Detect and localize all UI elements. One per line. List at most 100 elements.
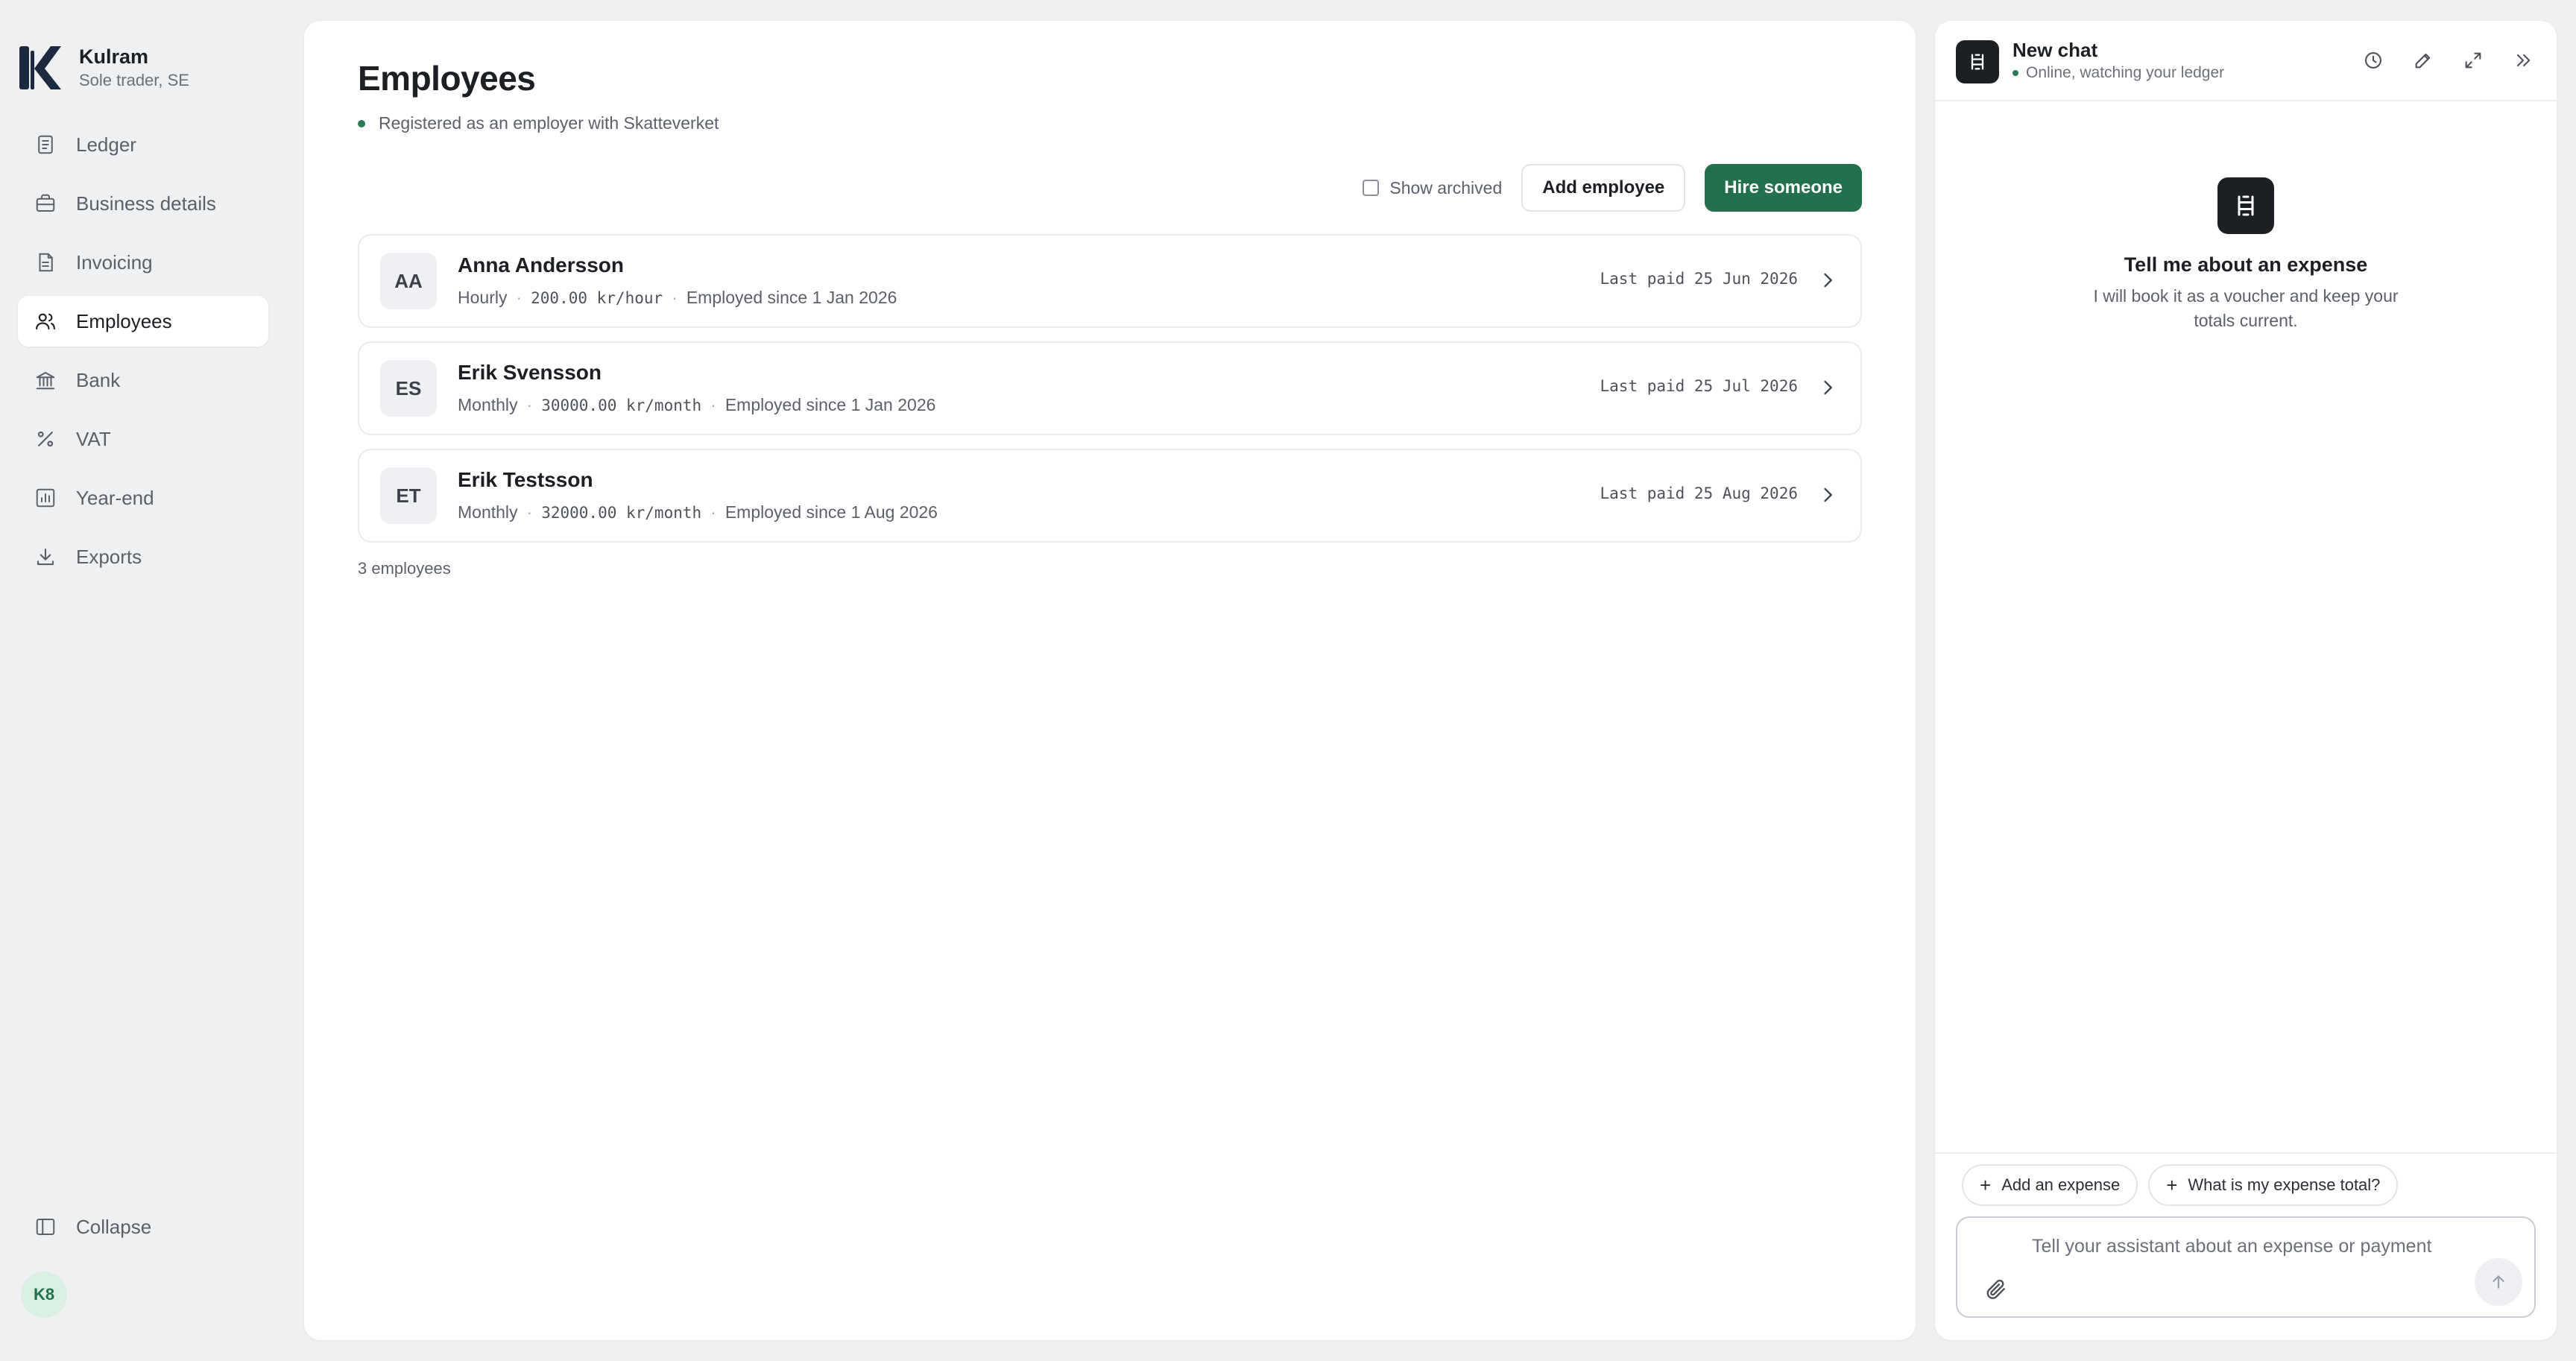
clock-icon bbox=[2365, 52, 2381, 69]
brand-subtitle: Sole trader, SE bbox=[79, 71, 189, 89]
sidebar-item-business-details[interactable]: Business details bbox=[18, 178, 268, 229]
employee-list: AA Anna Andersson Hourly · 200.00 kr/hou… bbox=[358, 234, 1862, 556]
page-title: Employees bbox=[358, 59, 536, 98]
sidebar-nav: Ledger Business details Invoicing Employ… bbox=[18, 119, 268, 590]
sidebar-item-label: Ledger bbox=[76, 133, 136, 156]
collapse-label: Collapse bbox=[76, 1215, 152, 1238]
arrow-up-icon bbox=[2493, 1275, 2504, 1289]
employee-count: 3 employees bbox=[358, 559, 451, 578]
show-archived-checkbox[interactable] bbox=[1363, 180, 1380, 196]
sidebar-item-label: Year-end bbox=[76, 486, 154, 509]
send-button[interactable] bbox=[2475, 1258, 2522, 1306]
employee-row[interactable]: ES Erik Svensson Monthly · 30000.00 kr/m… bbox=[358, 341, 1862, 435]
employee-last-paid: Last paid 25 Jun 2026 bbox=[1600, 270, 1798, 288]
sidebar-item-label: Exports bbox=[76, 545, 142, 568]
add-employee-button[interactable]: Add employee bbox=[1521, 164, 1686, 212]
sidebar-item-vat[interactable]: VAT bbox=[18, 414, 268, 464]
chat-header: New chat Online, watching your ledger bbox=[1935, 21, 2557, 101]
employee-pay-type: Monthly bbox=[458, 395, 518, 414]
separator: · bbox=[672, 288, 678, 307]
employee-rate: 30000.00 kr/month bbox=[541, 396, 702, 414]
employee-name: Anna Andersson bbox=[458, 253, 624, 277]
sidebar-item-label: Invoicing bbox=[76, 250, 153, 274]
separator: · bbox=[526, 395, 533, 414]
suggestion-add-expense[interactable]: + Add an expense bbox=[1962, 1164, 2138, 1206]
employee-row[interactable]: ET Erik Testsson Monthly · 32000.00 kr/m… bbox=[358, 449, 1862, 543]
chat-title: New chat bbox=[2012, 39, 2098, 61]
suggestion-label: Add an expense bbox=[2001, 1175, 2121, 1194]
empty-state-subtitle: I will book it as a voucher and keep you… bbox=[2093, 286, 2399, 330]
show-archived-label: Show archived bbox=[1389, 177, 1503, 198]
hire-someone-button[interactable]: Hire someone bbox=[1705, 164, 1862, 212]
employee-meta: Monthly · 32000.00 kr/month · Employed s… bbox=[458, 502, 938, 522]
show-archived-toggle[interactable]: Show archived bbox=[1363, 178, 1502, 198]
employee-rate: 200.00 kr/hour bbox=[531, 288, 663, 307]
sidebar-item-employees[interactable]: Employees bbox=[18, 296, 268, 347]
sidebar-item-bank[interactable]: Bank bbox=[18, 355, 268, 405]
employee-rate: 32000.00 kr/month bbox=[541, 503, 702, 522]
employee-last-paid: Last paid 25 Jul 2026 bbox=[1600, 377, 1798, 395]
suggestion-expense-total[interactable]: + What is my expense total? bbox=[2148, 1164, 2399, 1206]
sidebar-item-year-end[interactable]: Year-end bbox=[18, 473, 268, 523]
bank-icon bbox=[36, 371, 55, 390]
empty-state-title: Tell me about an expense bbox=[2124, 253, 2368, 276]
brand-name: Kulram bbox=[79, 45, 149, 68]
collapse-sidebar-button[interactable]: Collapse bbox=[18, 1201, 268, 1252]
user-avatar[interactable]: K8 bbox=[21, 1272, 67, 1318]
close-panel-button[interactable] bbox=[2510, 48, 2536, 73]
download-icon bbox=[37, 548, 54, 566]
sidebar-item-invoicing[interactable]: Invoicing bbox=[18, 237, 268, 288]
sidebar-item-label: VAT bbox=[76, 427, 111, 450]
brand[interactable]: Kulram Sole trader, SE bbox=[18, 43, 189, 92]
sidebar-item-exports[interactable]: Exports bbox=[18, 531, 268, 582]
chat-status-text: Online, watching your ledger bbox=[2026, 64, 2225, 81]
employee-last-paid: Last paid 25 Aug 2026 bbox=[1600, 484, 1798, 502]
employee-row[interactable]: AA Anna Andersson Hourly · 200.00 kr/hou… bbox=[358, 234, 1862, 328]
chat-status: Online, watching your ledger bbox=[2012, 64, 2224, 82]
employee-since: Employed since 1 Jan 2026 bbox=[724, 395, 936, 414]
percent-icon bbox=[37, 431, 54, 447]
main-panel: Employees Registered as an employer with… bbox=[304, 21, 1916, 1340]
brand-logo-icon bbox=[19, 46, 61, 89]
ledger-icon bbox=[38, 135, 53, 154]
assistant-logo-icon bbox=[2217, 177, 2274, 234]
chevron-right-icon bbox=[1824, 487, 1832, 502]
chat-actions bbox=[2336, 48, 2536, 73]
paperclip-icon[interactable] bbox=[1984, 1278, 2008, 1301]
invoice-icon bbox=[39, 253, 53, 272]
sidebar-item-ledger[interactable]: Ledger bbox=[18, 119, 268, 170]
double-chevron-right-icon bbox=[2516, 54, 2531, 67]
employee-avatar: AA bbox=[380, 253, 437, 309]
pencil-icon bbox=[2415, 53, 2431, 69]
employee-since: Employed since 1 Jan 2026 bbox=[686, 288, 897, 307]
new-chat-button[interactable] bbox=[2411, 48, 2436, 73]
sidebar-panel-icon bbox=[36, 1219, 55, 1235]
separator: · bbox=[516, 288, 523, 307]
employee-pay-type: Hourly bbox=[458, 288, 508, 307]
sidebar-item-label: Business details bbox=[76, 192, 216, 215]
history-button[interactable] bbox=[2361, 48, 2386, 73]
employees-toolbar: Show archived Add employee Hire someone bbox=[1363, 164, 1862, 212]
app-root: Kulram Sole trader, SE Ledger Business d… bbox=[0, 0, 2576, 1361]
online-dot bbox=[2012, 70, 2018, 76]
employee-avatar: ET bbox=[380, 467, 437, 524]
employee-name: Erik Testsson bbox=[458, 468, 593, 491]
employee-since: Employed since 1 Aug 2026 bbox=[724, 502, 938, 522]
employee-name: Erik Svensson bbox=[458, 361, 602, 384]
plus-icon: + bbox=[1980, 1174, 1992, 1196]
expand-button[interactable] bbox=[2460, 48, 2486, 73]
separator: · bbox=[526, 502, 533, 522]
users-icon bbox=[36, 313, 55, 330]
chat-composer bbox=[1956, 1216, 2536, 1318]
divider bbox=[1935, 1152, 2557, 1154]
employee-avatar: ES bbox=[380, 360, 437, 417]
sidebar-item-label: Employees bbox=[76, 309, 172, 332]
briefcase-icon bbox=[36, 194, 55, 212]
assistant-chat-panel: New chat Online, watching your ledger Te… bbox=[1935, 21, 2557, 1340]
chat-input[interactable] bbox=[2032, 1236, 2464, 1257]
status-dot bbox=[358, 119, 365, 127]
separator: · bbox=[710, 502, 716, 522]
sidebar: Kulram Sole trader, SE Ledger Business d… bbox=[0, 0, 286, 1361]
suggestion-chips: + Add an expense + What is my expense to… bbox=[1962, 1164, 2408, 1206]
employee-meta: Hourly · 200.00 kr/hour · Employed since… bbox=[458, 288, 897, 308]
